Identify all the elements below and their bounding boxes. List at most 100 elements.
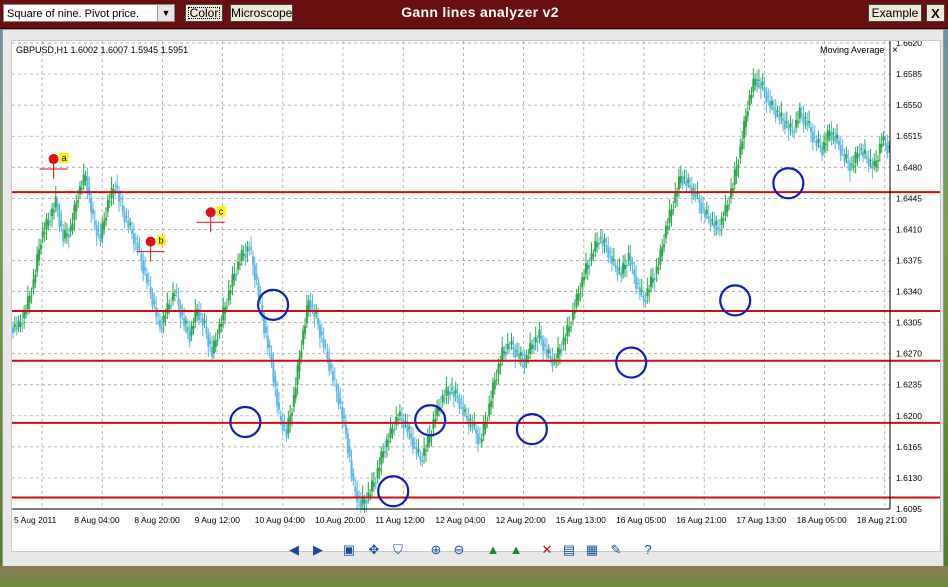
highlight-circle [615, 346, 648, 379]
candle-body [850, 164, 853, 166]
candle-body [618, 268, 621, 270]
delete-icon[interactable]: ✕ [538, 541, 556, 559]
candle-body [408, 427, 411, 430]
example-button[interactable]: Example [868, 4, 922, 22]
pivot-marker-label: a [62, 153, 67, 163]
y-tick-label: 1.6270 [896, 349, 922, 359]
candle-body [266, 335, 269, 348]
chart-svg: a b c 1.6620 1.6585 1.6550 1.6515 1.6480 1.6445… [2, 38, 940, 525]
candle-body [638, 287, 641, 295]
y-tick-label: 1.6515 [896, 131, 922, 141]
candle-body [616, 267, 619, 276]
pivot-marker-dot[interactable] [145, 236, 156, 247]
candle-body [776, 110, 779, 112]
chevron-down-icon[interactable]: ▼ [157, 5, 174, 21]
candle-body [566, 325, 569, 336]
zoom-out-icon[interactable]: ⊖ [450, 541, 468, 559]
pivot-marker-dot[interactable] [48, 154, 59, 165]
candle-body [62, 229, 65, 242]
save-icon[interactable]: ▦ [583, 541, 601, 559]
candle-body [69, 226, 72, 232]
candle-body [285, 429, 288, 437]
candle-body [235, 273, 238, 276]
candle-body [549, 355, 552, 359]
highlight-circle [772, 167, 805, 200]
candle-body [646, 288, 649, 296]
candle-body [203, 320, 206, 323]
indicator-label: Moving Average [820, 45, 884, 55]
candle-body [856, 153, 859, 159]
candle-body [772, 107, 775, 110]
candle-body [354, 486, 357, 492]
x-tick-label: 9 Aug 12:00 [195, 515, 241, 525]
candle-body [780, 112, 783, 117]
candle-body [389, 427, 392, 438]
candle-body [424, 449, 427, 452]
candle-body [315, 311, 318, 314]
candle-body [225, 306, 228, 308]
candle-body [294, 387, 297, 399]
candle-body [97, 229, 100, 231]
zoom-in-icon[interactable]: ⊕ [427, 541, 445, 559]
candle-body [748, 95, 751, 106]
candle-body [331, 371, 334, 382]
candle-body [886, 145, 889, 154]
candle-body [735, 167, 738, 177]
candle-body [557, 347, 560, 359]
print-icon[interactable]: ▤ [560, 541, 578, 559]
candle-body [246, 246, 249, 252]
candle-body [131, 229, 134, 234]
candle-body [586, 264, 589, 270]
candle-body [119, 198, 122, 200]
next-icon[interactable]: ▶ [309, 541, 327, 559]
candle-body [82, 174, 85, 186]
candle-body [428, 435, 431, 443]
candle-body [391, 429, 394, 434]
candle-body [702, 207, 705, 209]
candle-body [508, 347, 511, 349]
candle-body [276, 389, 279, 406]
candle-body [869, 159, 872, 161]
help-icon[interactable]: ? [639, 541, 657, 559]
candle-body [767, 96, 770, 98]
candle-body [650, 276, 653, 288]
microscope-button[interactable]: Microscope [230, 4, 293, 22]
candle-body [199, 313, 202, 316]
candle-body [763, 87, 766, 92]
candle-body [216, 339, 219, 341]
candle-body [207, 333, 210, 347]
candle-body [162, 315, 165, 323]
color-button[interactable]: Color [185, 4, 223, 22]
candle-body [860, 148, 863, 150]
pivot-marker-dot[interactable] [205, 207, 216, 218]
move-icon[interactable]: ✥ [365, 541, 383, 559]
candle-body [25, 312, 28, 314]
candle-body [372, 482, 375, 487]
candle-body [108, 201, 111, 203]
prev-icon[interactable]: ◀ [285, 541, 303, 559]
candle-body [30, 295, 33, 297]
indicator-close-icon[interactable]: × [892, 45, 898, 56]
close-button[interactable]: X [926, 4, 945, 22]
candle-body [640, 289, 643, 292]
method-select[interactable]: Square of nine. Pivot price. ▼ [3, 4, 175, 22]
trend-up-icon[interactable]: ▲ [484, 541, 502, 559]
candle-body [793, 131, 796, 134]
trend-down-icon[interactable]: ▲ [507, 541, 525, 559]
candle-body [655, 266, 658, 274]
candle-body [118, 191, 121, 202]
y-tick-label: 1.6200 [896, 411, 922, 421]
candle-body [242, 253, 245, 257]
pivot-marker-label: b [159, 236, 164, 246]
candle-body [516, 350, 519, 352]
candle-body [798, 107, 801, 119]
fit-icon[interactable]: ▣ [340, 541, 358, 559]
candle-body [826, 129, 829, 141]
crop-icon[interactable]: ⛉ [389, 541, 407, 559]
edit-icon[interactable]: ✎ [607, 541, 625, 559]
x-tick-label: 18 Aug 21:00 [857, 515, 907, 525]
chart-area[interactable]: a b c 1.6620 1.6585 1.6550 1.6515 1.6480 1.6445… [2, 38, 941, 552]
candle-body [317, 318, 320, 325]
chart-frame: a b c 1.6620 1.6585 1.6550 1.6515 1.6480 1.6445… [2, 29, 944, 567]
candle-body [447, 391, 450, 394]
